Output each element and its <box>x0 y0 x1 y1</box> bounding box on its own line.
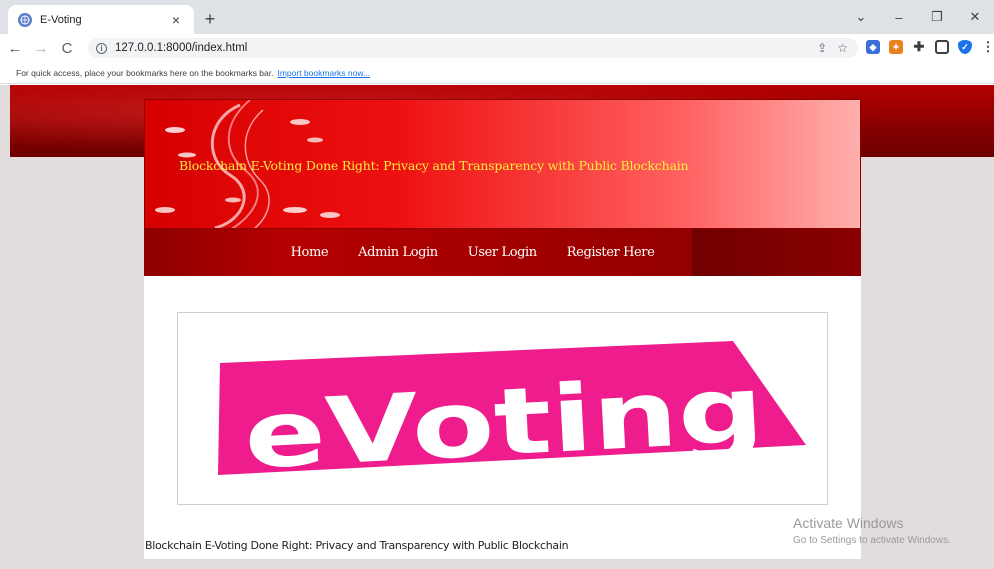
puzzle-extensions-icon[interactable]: ✚ <box>912 39 926 54</box>
share-icon[interactable]: ⇪ <box>817 41 827 55</box>
close-window-icon[interactable]: ✕ <box>956 0 994 34</box>
globe-icon <box>18 12 32 27</box>
side-panel-icon[interactable] <box>935 40 949 54</box>
watermark-title: Activate Windows <box>793 515 904 531</box>
bookmarks-bar: For quick access, place your bookmarks h… <box>0 62 994 84</box>
menu-item-user-login[interactable]: User Login <box>468 245 537 260</box>
bookmarks-hint: For quick access, place your bookmarks h… <box>16 68 274 78</box>
browser-tab[interactable]: E-Voting × <box>8 5 194 34</box>
security-check-icon[interactable]: ✓ <box>958 40 972 54</box>
menu-item-admin-login[interactable]: Admin Login <box>358 245 438 260</box>
windows-activation-watermark: Activate Windows Go to Settings to activ… <box>793 515 951 546</box>
site-container: Blockchain E-Voting Done Right: Privacy … <box>144 99 861 559</box>
extension-shield-icon[interactable]: ◆ <box>866 40 880 54</box>
menu-item-register[interactable]: Register Here <box>567 245 655 260</box>
bookmark-star-icon[interactable]: ☆ <box>837 41 848 55</box>
site-info-icon[interactable]: i <box>96 42 107 54</box>
page-viewport: Blockchain E-Voting Done Right: Privacy … <box>0 85 994 569</box>
reload-button[interactable]: C <box>56 40 78 57</box>
kebab-menu-icon[interactable]: ⋮ <box>981 39 994 54</box>
restore-icon[interactable]: ❐ <box>918 0 956 34</box>
menu-item-home[interactable]: Home <box>291 245 329 260</box>
tab-search-icon[interactable]: ⌄ <box>842 0 880 34</box>
watermark-subtitle: Go to Settings to activate Windows. <box>793 535 951 546</box>
address-bar[interactable]: i 127.0.0.1:8000/index.html ⇪ ☆ <box>88 38 858 58</box>
site-title: Blockchain E-Voting Done Right: Privacy … <box>179 158 689 173</box>
tab-strip: E-Voting × + ⌄ – ❐ ✕ <box>0 0 994 34</box>
footer-text: Blockchain E-Voting Done Right: Privacy … <box>145 539 569 552</box>
browser-toolbar: ← → C i 127.0.0.1:8000/index.html ⇪ ☆ <box>0 34 994 62</box>
site-header: Blockchain E-Voting Done Right: Privacy … <box>144 99 861 229</box>
url-text[interactable]: 127.0.0.1:8000/index.html <box>115 42 817 54</box>
minimize-icon[interactable]: – <box>880 0 918 34</box>
main-menu: Home Admin Login User Login Register Her… <box>144 229 861 276</box>
back-button[interactable]: ← <box>4 40 26 57</box>
tab-title: E-Voting <box>40 13 82 26</box>
menu-decoration <box>692 229 861 276</box>
window-controls: ⌄ – ❐ ✕ <box>842 0 994 34</box>
forward-button[interactable]: → <box>30 40 52 57</box>
close-tab-icon[interactable]: × <box>168 12 184 28</box>
evoting-logo-image: eVoting <box>177 312 828 505</box>
new-tab-button[interactable]: + <box>200 9 220 30</box>
metamask-fox-icon[interactable]: ✦ <box>889 40 903 54</box>
import-bookmarks-link[interactable]: Import bookmarks now... <box>277 68 370 78</box>
extensions-area: ◆ ✦ ✚ ✓ ⋮ <box>866 39 994 54</box>
